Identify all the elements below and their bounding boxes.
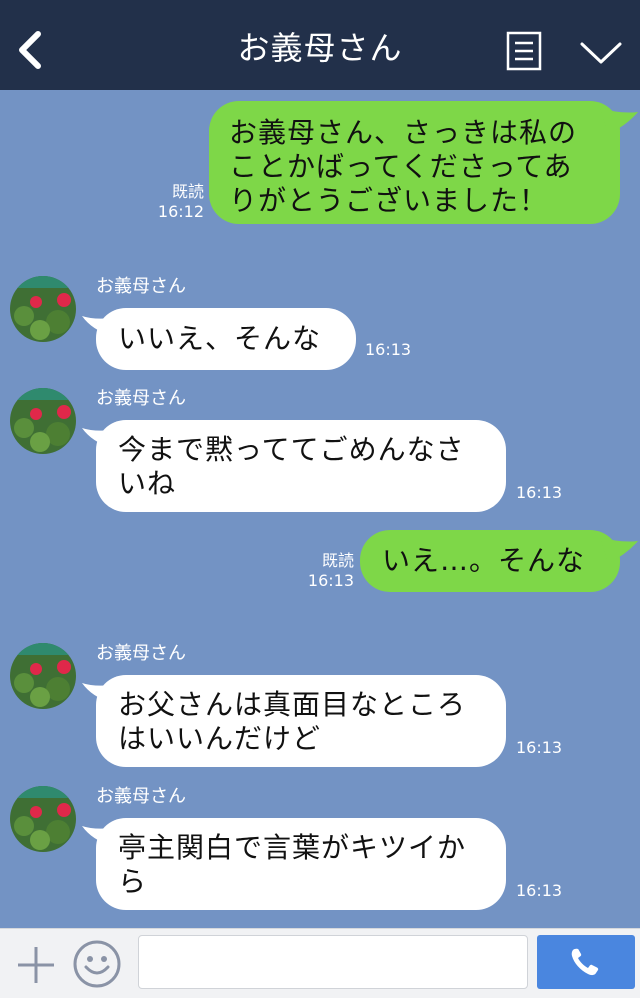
message-line: 亭主関白で言葉がキツイか [118,831,467,864]
read-receipt: 既読 16:13 [307,551,354,590]
message-bubble[interactable]: いえ…。そんな [360,530,620,592]
message-line: ことかばってくださってあ [229,150,573,183]
message-time: 16:13 [516,881,563,900]
notes-icon [506,31,542,71]
avatar[interactable] [10,388,76,454]
avatar-image [10,388,76,454]
message-time: 16:13 [516,483,563,502]
message-time: 16:13 [365,340,412,359]
message-line: りがとうございました！ [229,184,549,217]
message-line: いいえ、そんな [118,322,322,355]
avatar[interactable] [10,643,76,709]
chevron-down-icon [580,42,622,64]
avatar-image [10,643,76,709]
message-line: 今まで黙っててごめんなさ [118,433,465,466]
bubble-tail [600,108,638,134]
message-line: ら [118,865,148,898]
message-bubble[interactable]: いいえ、そんな [96,308,356,370]
message-line: いね [118,467,177,500]
plus-icon [18,947,54,983]
bubble-tail [600,537,638,563]
message-bubble[interactable]: 今まで黙っててごめんなさ いね [96,420,506,512]
message-time: 16:13 [516,738,563,757]
sender-name: お義母さん [96,643,186,664]
call-button[interactable] [537,935,635,989]
message-line: いえ…。そんな [382,544,586,577]
avatar[interactable] [10,276,76,342]
menu-toggle-button[interactable] [578,36,624,70]
chat-header: お義母さん [0,0,640,90]
notes-button[interactable] [506,31,542,71]
phone-icon [571,948,599,976]
message-input-bar [0,928,640,998]
sender-name: お義母さん [96,786,186,807]
emoji-button[interactable] [72,939,122,989]
read-receipt: 既読 16:12 [157,182,204,221]
smiley-icon [73,940,121,988]
avatar-image [10,276,76,342]
add-attachment-button[interactable] [14,943,58,987]
message-bubble[interactable]: お義母さん、さっきは私の ことかばってくださってあ りがとうございました！ [209,101,620,224]
message-bubble[interactable]: 亭主関白で言葉がキツイか ら [96,818,506,910]
chat-title: お義母さん [237,29,403,67]
message-input[interactable] [138,935,528,989]
message-line: お父さんは真面目なところ [118,688,467,721]
message-line: お義母さん、さっきは私の [229,116,578,149]
sender-name: お義母さん [96,388,186,409]
avatar-image [10,786,76,852]
avatar[interactable] [10,786,76,852]
message-bubble[interactable]: お父さんは真面目なところ はいいんだけど [96,675,506,767]
message-line: はいいんだけど [118,722,322,755]
sender-name: お義母さん [96,276,186,297]
